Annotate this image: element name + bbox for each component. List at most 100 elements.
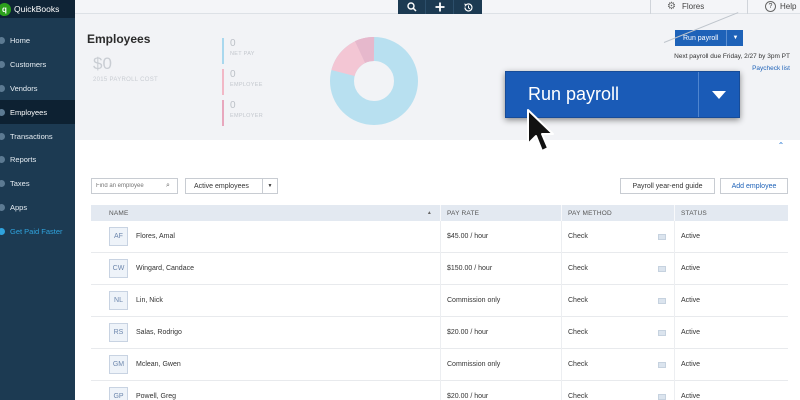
table-row[interactable]: CW Wingard, Candace $150.00 / hour Check Act… xyxy=(91,252,788,285)
avatar: GP xyxy=(109,387,128,400)
column-header-pay-rate[interactable]: PAY RATE xyxy=(441,205,562,221)
table-row[interactable]: NL Lin, Nick Commission only Check Active xyxy=(91,284,788,317)
column-header-status[interactable]: STATUS xyxy=(675,205,788,221)
cell-status: Active xyxy=(681,329,701,336)
pay-method-value: Check xyxy=(568,361,588,368)
transactions-icon xyxy=(0,132,5,140)
sidebar-item-home[interactable]: Home xyxy=(0,29,75,53)
run-payroll-dropdown[interactable]: ▼ xyxy=(726,30,743,46)
cell-pay-method: Check xyxy=(562,348,675,381)
sidebar: q QuickBooks Home Customers Vendors Empl… xyxy=(0,0,75,400)
employee-name-link[interactable]: Mclean, Gwen xyxy=(136,361,181,368)
sidebar-item-label: Taxes xyxy=(10,179,30,189)
avatar: GM xyxy=(109,355,128,374)
cell-pay-method: Check xyxy=(562,316,675,349)
sort-ascending-icon: ▲ xyxy=(426,210,432,216)
payroll-donut-chart xyxy=(330,37,418,125)
cell-pay-rate: $20.00 / hour xyxy=(441,380,562,400)
taxes-icon xyxy=(0,180,5,188)
sidebar-item-label: Transactions xyxy=(10,131,53,141)
sidebar-item-customers[interactable]: Customers xyxy=(0,53,75,77)
search-input[interactable] xyxy=(96,183,166,189)
avatar: CW xyxy=(109,259,128,278)
stat-value: 0 xyxy=(230,100,236,111)
run-payroll-large-dropdown[interactable] xyxy=(698,72,739,117)
pay-method-value: Check xyxy=(568,393,588,400)
cell-status: Active xyxy=(681,265,701,272)
column-label: PAY METHOD xyxy=(568,209,612,217)
avatar: RS xyxy=(109,323,128,342)
memo-icon xyxy=(658,297,666,304)
mouse-pointer-icon xyxy=(527,109,554,152)
help-button[interactable]: ? Help xyxy=(765,1,796,12)
employees-table: NAME ▲ PAY RATE PAY METHOD STATUS AF Flore… xyxy=(91,205,788,400)
employee-name-link[interactable]: Flores, Amal xyxy=(136,233,175,240)
table-row[interactable]: GP Powell, Greg $20.00 / hour Check Active xyxy=(91,380,788,400)
cell-pay-rate: Commission only xyxy=(441,284,562,317)
cell-pay-rate: $150.00 / hour xyxy=(441,252,562,285)
payroll-year-end-guide-button[interactable]: Payroll year-end guide xyxy=(620,178,715,194)
cell-name: RS Salas, Rodrigo xyxy=(91,316,441,349)
cell-status: Active xyxy=(681,297,701,304)
search-icon: ⌕ xyxy=(166,182,170,189)
get-paid-faster-icon xyxy=(0,227,5,235)
user-menu[interactable]: ⚙ Flores xyxy=(667,1,704,12)
collapse-header-button[interactable]: ⌃ xyxy=(773,140,789,151)
cell-pay-rate: $20.00 / hour xyxy=(441,316,562,349)
table-row[interactable]: RS Salas, Rodrigo $20.00 / hour Check Active xyxy=(91,316,788,349)
brand-bar[interactable]: q QuickBooks xyxy=(0,0,75,18)
sidebar-item-get-paid-faster[interactable]: Get Paid Faster xyxy=(0,219,75,243)
sidebar-item-label: Reports xyxy=(10,155,37,165)
sidebar-item-employees[interactable]: Employees xyxy=(0,100,75,125)
employee-name-link[interactable]: Salas, Rodrigo xyxy=(136,329,182,336)
history-icon xyxy=(463,2,473,12)
sidebar-item-label: Vendors xyxy=(10,83,38,93)
help-icon: ? xyxy=(765,1,776,12)
table-header: NAME ▲ PAY RATE PAY METHOD STATUS xyxy=(91,205,788,221)
gear-icon: ⚙ xyxy=(667,1,676,12)
sidebar-item-taxes[interactable]: Taxes xyxy=(0,172,75,196)
plus-icon xyxy=(435,2,444,12)
column-label: NAME xyxy=(109,209,129,217)
table-row[interactable]: AF Flores, Amal $45.00 / hour Check Active xyxy=(91,220,788,253)
column-header-name[interactable]: NAME ▲ xyxy=(91,205,441,221)
filter-dropdown[interactable]: ▼ xyxy=(262,179,277,193)
sidebar-item-transactions[interactable]: Transactions xyxy=(0,124,75,148)
pay-method-value: Check xyxy=(568,265,588,272)
table-row[interactable]: GM Mclean, Gwen Commission only Check Active xyxy=(91,348,788,381)
brand-name: QuickBooks xyxy=(14,4,60,14)
add-employee-button[interactable]: Add employee xyxy=(720,178,788,194)
sidebar-item-apps[interactable]: Apps xyxy=(0,196,75,220)
top-bar: ⚙ Flores ? Help xyxy=(75,0,800,16)
paycheck-list-link[interactable]: Paycheck list xyxy=(752,65,790,72)
sidebar-item-vendors[interactable]: Vendors xyxy=(0,77,75,101)
column-header-pay-method[interactable]: PAY METHOD xyxy=(562,205,675,221)
divider xyxy=(747,0,748,14)
memo-icon xyxy=(658,393,666,400)
stat-employer: 0 EMPLOYER xyxy=(222,100,292,126)
employee-name-link[interactable]: Wingard, Candace xyxy=(136,265,194,272)
employee-name-link[interactable]: Lin, Nick xyxy=(136,297,163,304)
employee-name-link[interactable]: Powell, Greg xyxy=(136,393,176,400)
filter-select[interactable]: Active employees xyxy=(186,179,262,193)
column-label: STATUS xyxy=(681,209,707,217)
run-payroll-button[interactable]: Run payroll xyxy=(675,30,726,46)
avatar: NL xyxy=(109,291,128,310)
next-payroll-text: Next payroll due Friday, 2/27 by 3pm PT xyxy=(674,53,790,60)
cell-status: Active xyxy=(681,361,701,368)
chevron-down-icon: ▼ xyxy=(732,35,739,41)
triangle-down-icon xyxy=(712,90,726,99)
user-name: Flores xyxy=(681,2,705,11)
customers-icon xyxy=(0,61,5,69)
sidebar-item-reports[interactable]: Reports xyxy=(0,148,75,172)
sidebar-item-label: Customers xyxy=(10,60,47,70)
cell-pay-method: Check xyxy=(562,380,675,400)
employees-icon xyxy=(0,108,5,116)
cell-pay-rate: Commission only xyxy=(441,348,562,381)
help-label: Help xyxy=(780,2,797,11)
sidebar-item-label: Get Paid Faster xyxy=(10,226,63,236)
employee-filter: Active employees ▼ xyxy=(185,178,278,194)
sidebar-item-label: Employees xyxy=(10,107,48,117)
cell-pay-rate: $45.00 / hour xyxy=(441,220,562,253)
cell-name: NL Lin, Nick xyxy=(91,284,441,317)
